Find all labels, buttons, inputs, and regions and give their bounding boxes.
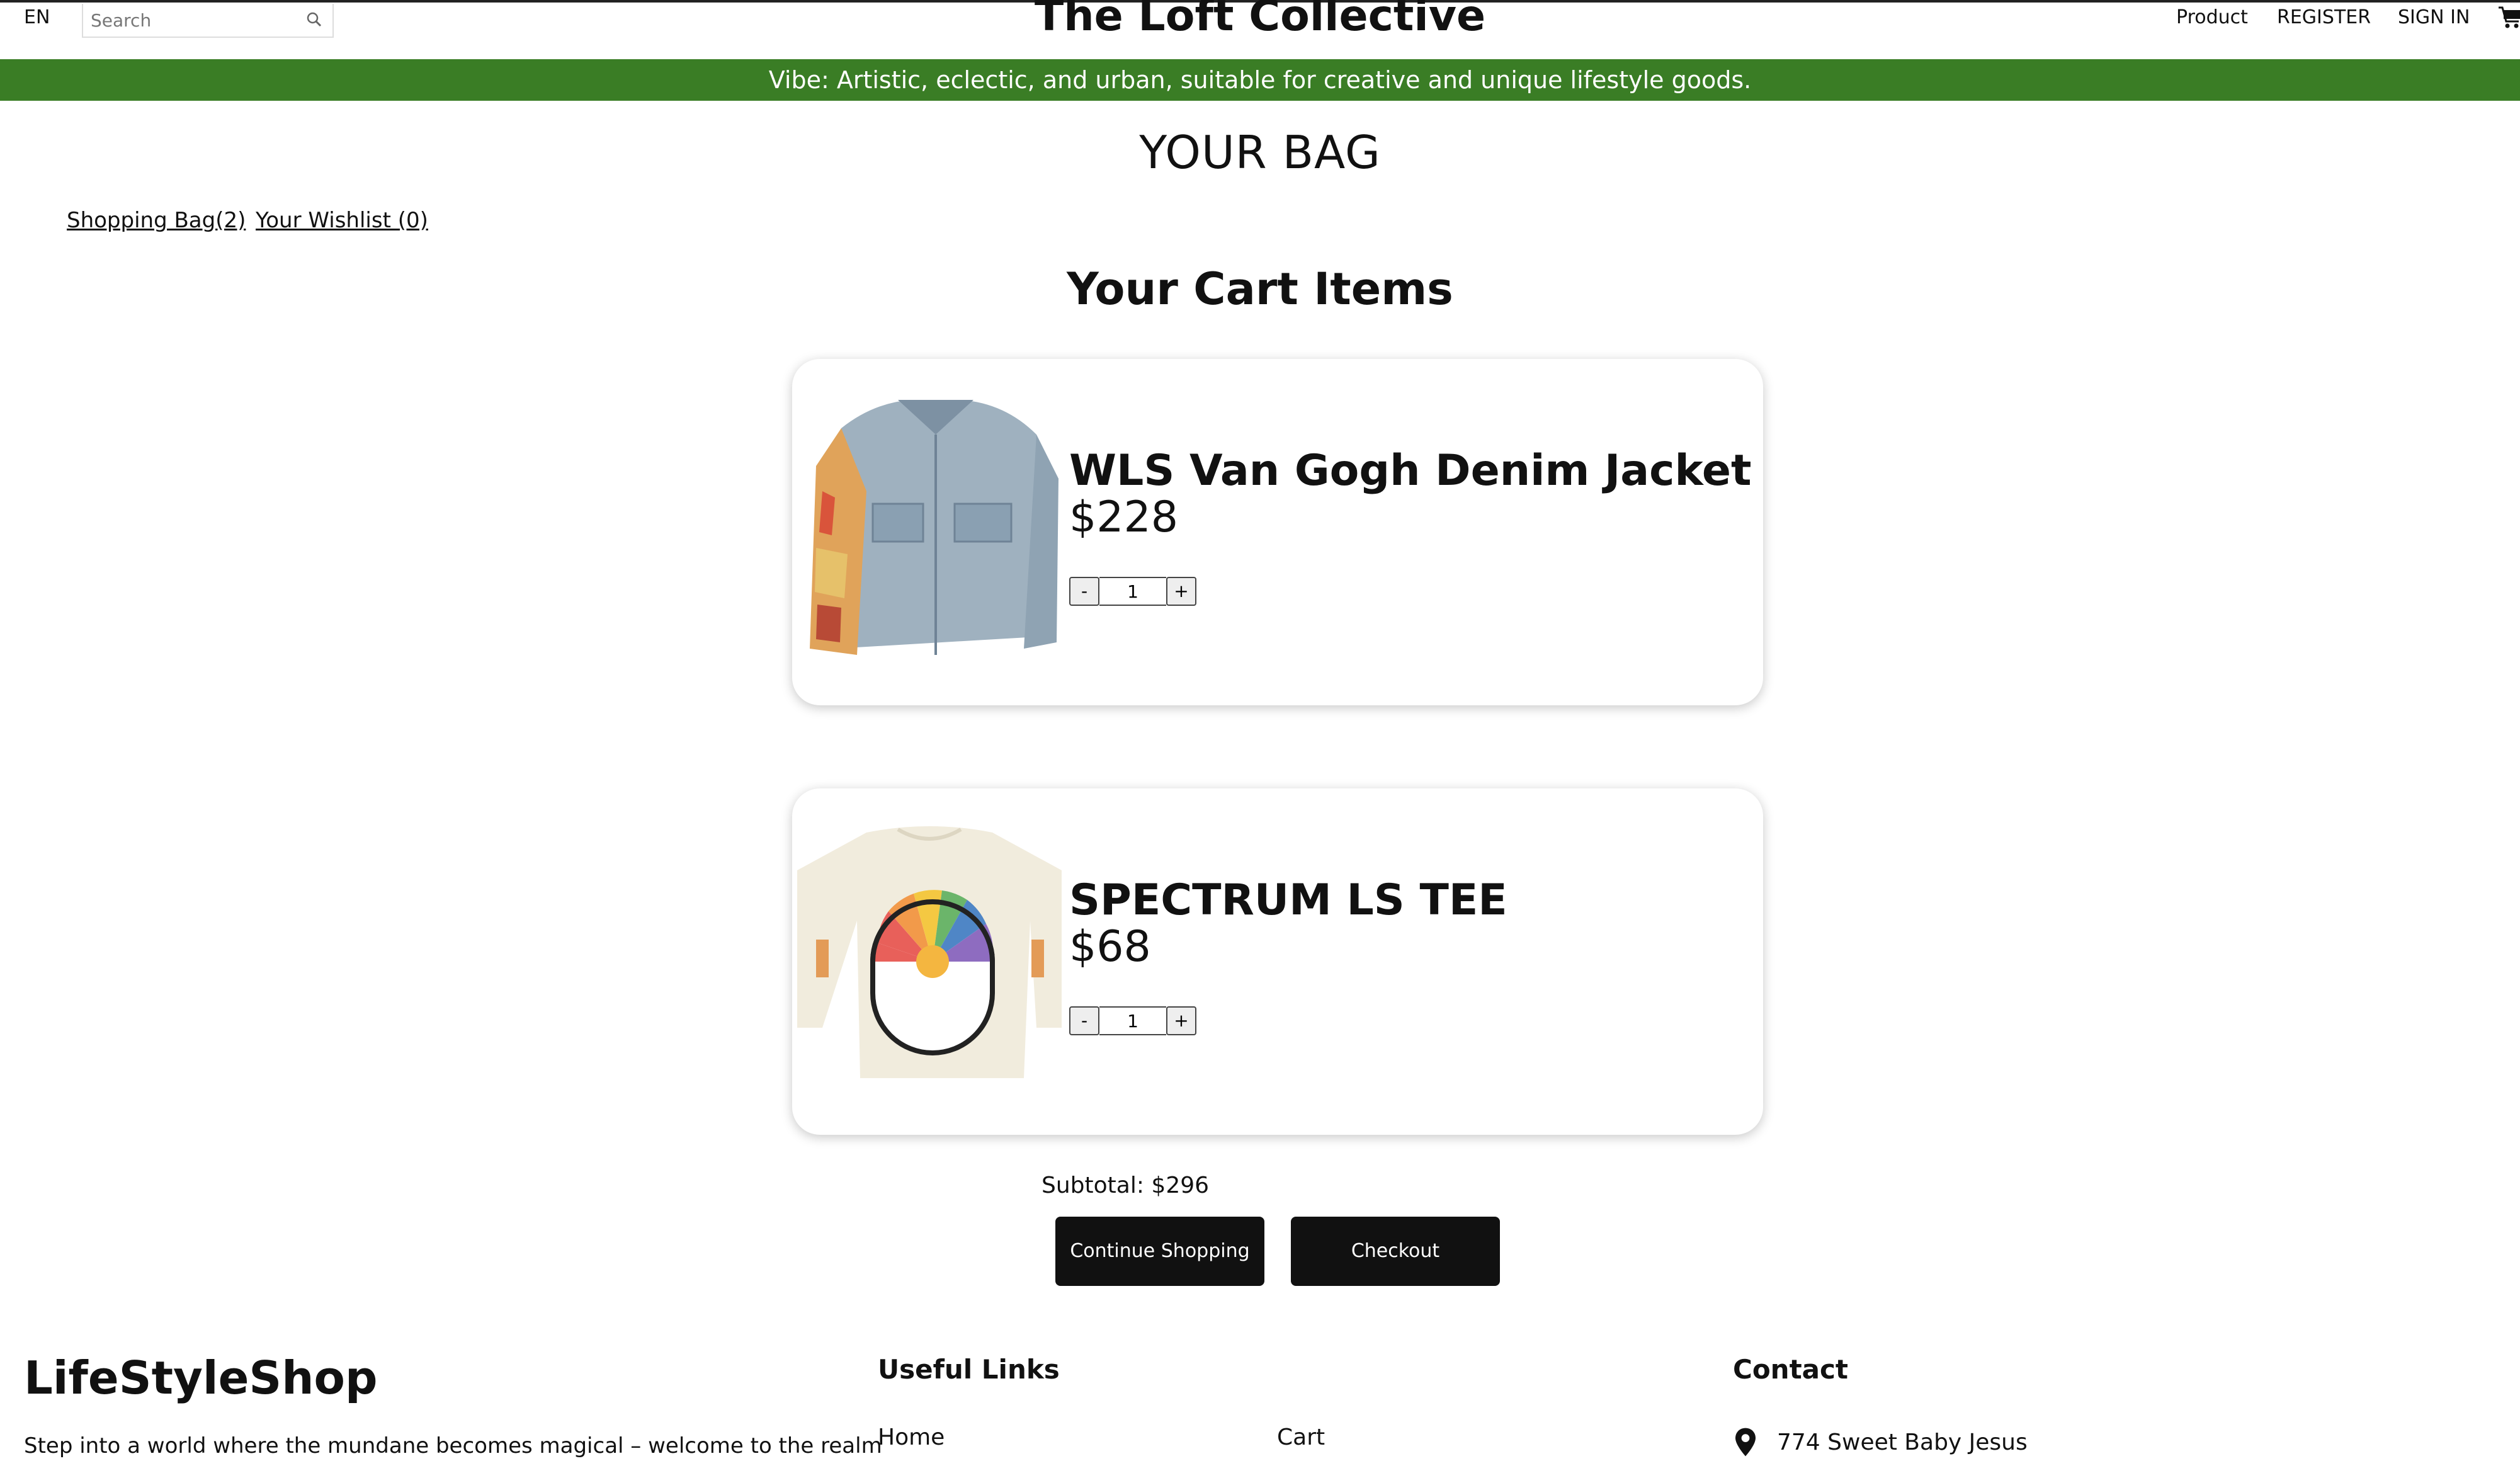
footer-brand: LifeStyleShop [24,1351,378,1404]
decrease-quantity-button[interactable]: - [1069,1006,1099,1035]
site-header: EN The Loft Collective Product REGISTER … [0,0,2520,58]
page-title: YOUR BAG [1139,126,1381,179]
footer-tagline: Step into a world where the mundane beco… [24,1433,882,1458]
footer-link-home[interactable]: Home [878,1424,945,1450]
item-price: $228 [1069,492,1179,542]
quantity-input[interactable] [1099,577,1166,606]
nav-sign-in[interactable]: SIGN IN [2398,6,2470,28]
quantity-stepper: - + [1069,577,1196,606]
contact-address-text: 774 Sweet Baby Jesus [1777,1429,2028,1455]
tab-wishlist[interactable]: Your Wishlist (0) [256,208,428,233]
vibe-banner: Vibe: Artistic, eclectic, and urban, sui… [0,59,2520,101]
checkout-button[interactable]: Checkout [1291,1217,1500,1286]
nav-register[interactable]: REGISTER [2277,6,2371,28]
nav-product[interactable]: Product [2176,6,2248,28]
vibe-banner-text: Vibe: Artistic, eclectic, and urban, sui… [768,66,1752,94]
tab-shopping-bag[interactable]: Shopping Bag(2) [67,208,246,233]
site-title[interactable]: The Loft Collective [0,0,2520,41]
spectrum-tee-image[interactable] [797,820,1062,1097]
cart-item-card: SPECTRUM LS TEE $68 - + [792,788,1763,1135]
continue-shopping-button[interactable]: Continue Shopping [1055,1217,1264,1286]
item-price: $68 [1069,922,1151,972]
increase-quantity-button[interactable]: + [1166,1006,1196,1035]
subtotal-text: Subtotal: $296 [1041,1173,1210,1198]
location-pin-icon [1735,1428,1756,1457]
contact-address: 774 Sweet Baby Jesus [1733,1427,2028,1457]
item-name[interactable]: SPECTRUM LS TEE [1069,875,1507,925]
quantity-input[interactable] [1099,1006,1166,1035]
cart-icon[interactable] [2497,3,2520,30]
footer-link-cart[interactable]: Cart [1277,1424,1325,1450]
contact-title: Contact [1733,1354,1848,1385]
decrease-quantity-button[interactable]: - [1069,577,1099,606]
denim-jacket-image[interactable] [797,390,1062,668]
item-name[interactable]: WLS Van Gogh Denim Jacket [1069,446,1751,496]
quantity-stepper: - + [1069,1006,1196,1035]
increase-quantity-button[interactable]: + [1166,577,1196,606]
useful-links-title: Useful Links [878,1354,1060,1385]
cart-item-card: WLS Van Gogh Denim Jacket $228 - + [792,359,1763,705]
cart-items-title: Your Cart Items [1067,263,1453,315]
